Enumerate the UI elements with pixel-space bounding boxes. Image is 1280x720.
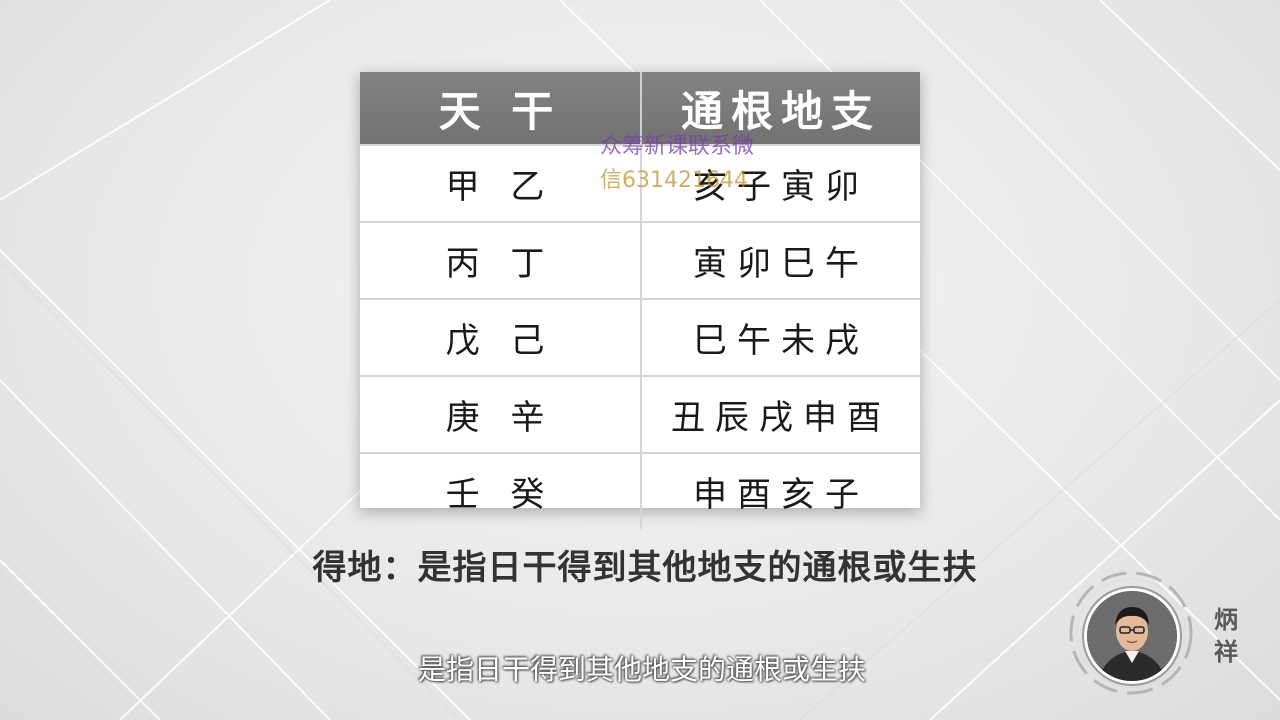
stems-roots-table: 天 干 通根地支 甲 乙 亥子寅卯 丙 丁 寅卯巳午 戊 己 巳午未戌 庚 辛 … <box>360 72 920 529</box>
table-row: 甲 乙 亥子寅卯 <box>360 144 920 222</box>
stem-cell: 壬 癸 <box>360 452 642 529</box>
table-header-row: 天 干 通根地支 <box>360 72 920 145</box>
table-row: 戊 己 巳午未戌 <box>360 298 920 376</box>
video-subtitle: 是指日干得到其他地支的通根或生扶 <box>417 653 866 686</box>
stem-cell: 庚 辛 <box>360 375 642 453</box>
table-row: 壬 癸 申酉亥子 <box>360 452 920 529</box>
root-branch-table: 天 干 通根地支 甲 乙 亥子寅卯 丙 丁 寅卯巳午 戊 己 巳午未戌 庚 辛 … <box>360 72 920 529</box>
table-row: 庚 辛 丑辰戌申酉 <box>360 375 920 453</box>
branch-cell: 申酉亥子 <box>641 452 920 529</box>
branch-cell: 亥子寅卯 <box>641 144 920 222</box>
header-rooted-branches: 通根地支 <box>641 72 920 145</box>
stem-cell: 甲 乙 <box>360 144 642 222</box>
branch-cell: 寅卯巳午 <box>641 221 920 299</box>
stem-cell: 丙 丁 <box>360 221 642 299</box>
branch-cell: 丑辰戌申酉 <box>641 375 920 453</box>
stem-cell: 戊 己 <box>360 298 642 376</box>
header-heavenly-stems: 天 干 <box>360 72 642 145</box>
table-row: 丙 丁 寅卯巳午 <box>360 221 920 299</box>
branch-cell: 巳午未戌 <box>641 298 920 376</box>
